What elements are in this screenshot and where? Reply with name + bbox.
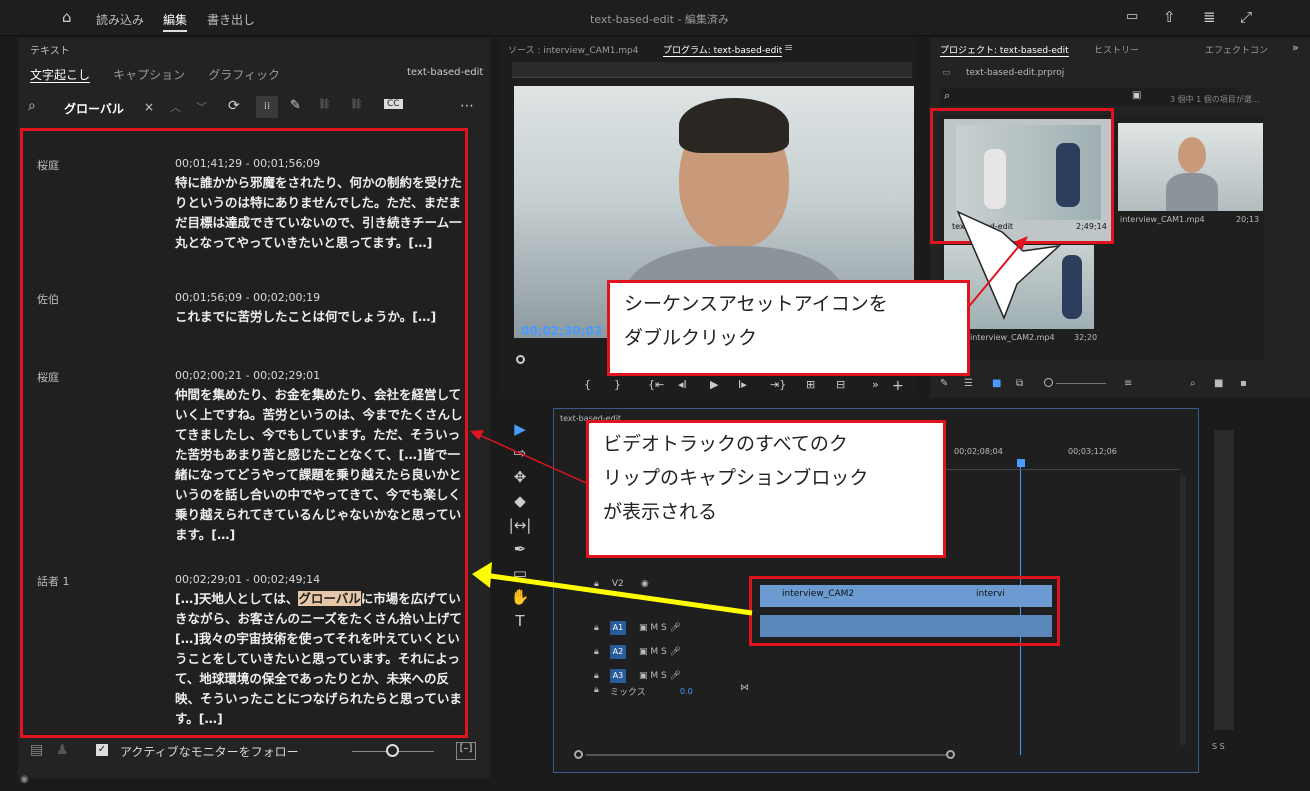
- red-arrow-2-head: [470, 430, 484, 440]
- callout-double-click: シーケンスアセットアイコンを ダブルクリック: [607, 280, 970, 376]
- yellow-arrow-head: [472, 562, 492, 588]
- annotation-arrows: [470, 210, 1062, 616]
- callout-caption-blocks: ビデオトラックのすべてのク リップのキャプションブロック が表示される: [586, 420, 946, 558]
- red-arrow-2: [476, 433, 603, 491]
- yellow-arrow: [483, 572, 753, 616]
